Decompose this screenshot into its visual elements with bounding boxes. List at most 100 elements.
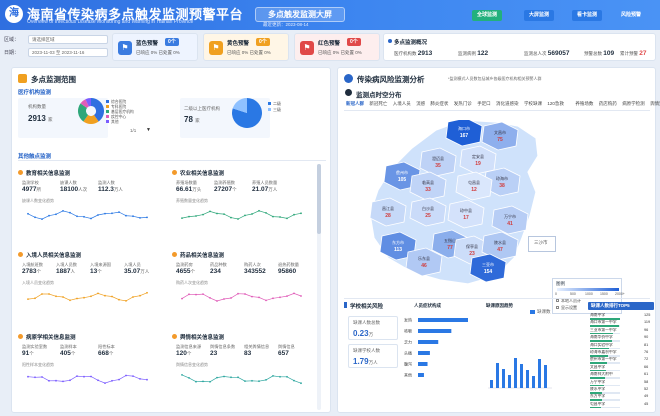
trend-path xyxy=(27,375,148,384)
symptom-label: 咳嗽 xyxy=(404,328,412,334)
legend-swatch xyxy=(106,100,109,103)
region-value: 17 xyxy=(463,215,469,221)
stat-unit: 所 xyxy=(36,187,41,192)
section-divider xyxy=(18,160,326,161)
islands-box xyxy=(528,236,556,252)
date-range-input[interactable]: 2023-11-03 至 2023-11-16 xyxy=(28,48,108,57)
rank-row: 陵水中学 52 xyxy=(590,387,654,394)
region-name: 琼中县 xyxy=(460,207,472,213)
rank-title: 缺课人数排行TOP5 xyxy=(591,303,630,308)
left-scrollbar[interactable] xyxy=(317,164,321,410)
region-name: 白沙县 xyxy=(422,205,434,211)
region-value: 28 xyxy=(385,213,391,219)
map-tab[interactable]: 病原学检测 xyxy=(622,101,645,107)
trend-legend-swatch xyxy=(530,310,535,314)
map-tab[interactable]: 手足口 xyxy=(477,101,491,107)
region-name: 陵水县 xyxy=(494,239,506,245)
legend-label: 其他 xyxy=(111,120,119,124)
risk-warning-button[interactable]: 风险预警 xyxy=(616,10,646,21)
pager-next-icon[interactable]: ▼ xyxy=(146,127,151,133)
warning-rates: 已响应 0% 已处置 0% xyxy=(227,50,271,55)
region-name: 海口市 xyxy=(458,125,470,131)
warning-card[interactable]: ⚑ 红色预警 0个 已响应 0% 已处置 0% xyxy=(294,33,380,61)
tab-divider xyxy=(344,110,650,111)
sub-card-trend-label: 入境人员变化趋势 xyxy=(22,280,54,285)
absence-total-label: 缺课人数总数 xyxy=(353,320,380,325)
stat-number: 112.3 xyxy=(98,186,114,193)
sub-card-trend-label: 购药人次变化趋势 xyxy=(176,280,208,285)
map-tab[interactable]: 学校缺课 xyxy=(524,101,542,107)
legend-label: 基层医疗机构 xyxy=(111,110,134,114)
stat-unit: 万头 xyxy=(192,187,202,192)
rank-row: 海口市第一中学 119 xyxy=(590,320,654,327)
region-name: 万宁市 xyxy=(504,213,516,219)
rank-header: 缺课人数排行TOP5 xyxy=(588,302,654,310)
map-tab[interactable]: 养殖场数 xyxy=(575,101,593,107)
map-tab[interactable]: 流感 xyxy=(416,101,425,107)
symptom-label: 其他 xyxy=(404,372,412,378)
stat-number: 83 xyxy=(244,350,252,357)
map-tab[interactable]: 入境人员 xyxy=(393,101,411,107)
sub-card-title: 病原学相关信息监测 xyxy=(26,335,76,341)
pie-legend-item: 其他 xyxy=(106,120,166,125)
warning-card[interactable]: ⚑ 蓝色预警 0个 已响应 0% 已处置 0% xyxy=(112,33,198,61)
map-tab[interactable]: 120急救 xyxy=(547,101,564,107)
symptom-bar xyxy=(418,351,430,355)
region-name: 五指山 xyxy=(444,237,456,243)
region-value: 47 xyxy=(497,247,503,253)
map-tab[interactable]: 新冠死亡 xyxy=(369,101,387,107)
absence-total-value: 0.23万 xyxy=(353,329,374,338)
trend-bar xyxy=(502,369,505,388)
map-tab[interactable]: 舆情监测 xyxy=(650,101,660,107)
rank-fill xyxy=(590,355,609,357)
left-scrollbar-thumb[interactable] xyxy=(317,164,321,234)
legend-checkbox[interactable]: 显示设置 xyxy=(556,305,577,311)
region-value: 23 xyxy=(469,251,475,257)
map-tab[interactable]: 药店购药 xyxy=(599,101,617,107)
checkbox-box[interactable] xyxy=(556,306,559,309)
stat-unit: 个 xyxy=(190,269,195,274)
stat-number: 23 xyxy=(210,350,218,357)
sub-card-title: 药品相关信息监测 xyxy=(180,253,225,259)
sub-card-stat-value: 112.3万人 xyxy=(98,186,123,193)
sub-card-stat-value: 2783个 xyxy=(22,268,41,275)
stat-number: 120 xyxy=(176,350,187,357)
region-value: 75 xyxy=(497,137,503,143)
trend-title: 缺课原因趋势 xyxy=(486,303,513,308)
map-tab[interactable]: 发热门诊 xyxy=(454,101,472,107)
map-tab[interactable]: 新冠人群 xyxy=(346,101,364,107)
absence-school-value: 1.79万人 xyxy=(353,357,378,366)
sub-card-title: 教育相关信息监测 xyxy=(26,171,71,177)
rank-value: 96 xyxy=(644,327,649,332)
map-tab[interactable]: 肺炎症状 xyxy=(430,101,448,107)
trend-bar xyxy=(514,358,517,388)
legend-label: 疾控中心 xyxy=(111,115,127,119)
legend-tick: 500 xyxy=(570,292,576,296)
hainan-map[interactable]: 海口市 167 文昌市 75 定安县 19 澄迈县 35 儋州市 105 临高县 33 琼海市 38 屯昌县… xyxy=(368,120,568,290)
legend-tick: 0 xyxy=(555,292,557,296)
map-tab[interactable]: 消化道感染 xyxy=(496,101,519,107)
region-value: 38 xyxy=(499,183,505,189)
checkbox-box[interactable] xyxy=(556,299,559,302)
rank-fill xyxy=(590,392,603,394)
rank-row: 文昌中学 66 xyxy=(590,365,654,372)
region-select[interactable]: 请选择区域 xyxy=(28,35,108,44)
sub-card-dot-icon xyxy=(18,170,23,175)
region-name: 东方市 xyxy=(392,239,404,245)
region-label: 区域： xyxy=(4,37,20,43)
warning-card[interactable]: ⚑ 黄色预警 0个 已响应 0% 已处置 0% xyxy=(203,33,289,61)
stat-number: 66.61 xyxy=(176,186,193,193)
sub-card-trend-label: 养殖数量变化趋势 xyxy=(176,198,208,203)
screen-monitor-button[interactable]: 大屏监测 xyxy=(524,10,555,21)
left-panel-title: 多点监测范围 xyxy=(31,75,76,84)
trend-path xyxy=(181,210,302,220)
warning-rates: 已响应 0% 已处置 0% xyxy=(136,50,180,55)
stat-number: 343552 xyxy=(244,268,266,275)
warning-name: 蓝色预警 xyxy=(136,41,159,47)
global-monitor-button[interactable]: 全球监测 xyxy=(472,10,503,21)
rank-row: 海口实验中学 81 xyxy=(590,343,654,350)
card-monitor-button[interactable]: 看卡监测 xyxy=(572,10,603,21)
overview-stat: 预警总数 109 xyxy=(584,50,614,57)
region-name: 屯昌县 xyxy=(468,179,480,185)
sub-card-stat-value: 21.07万人 xyxy=(252,186,277,193)
